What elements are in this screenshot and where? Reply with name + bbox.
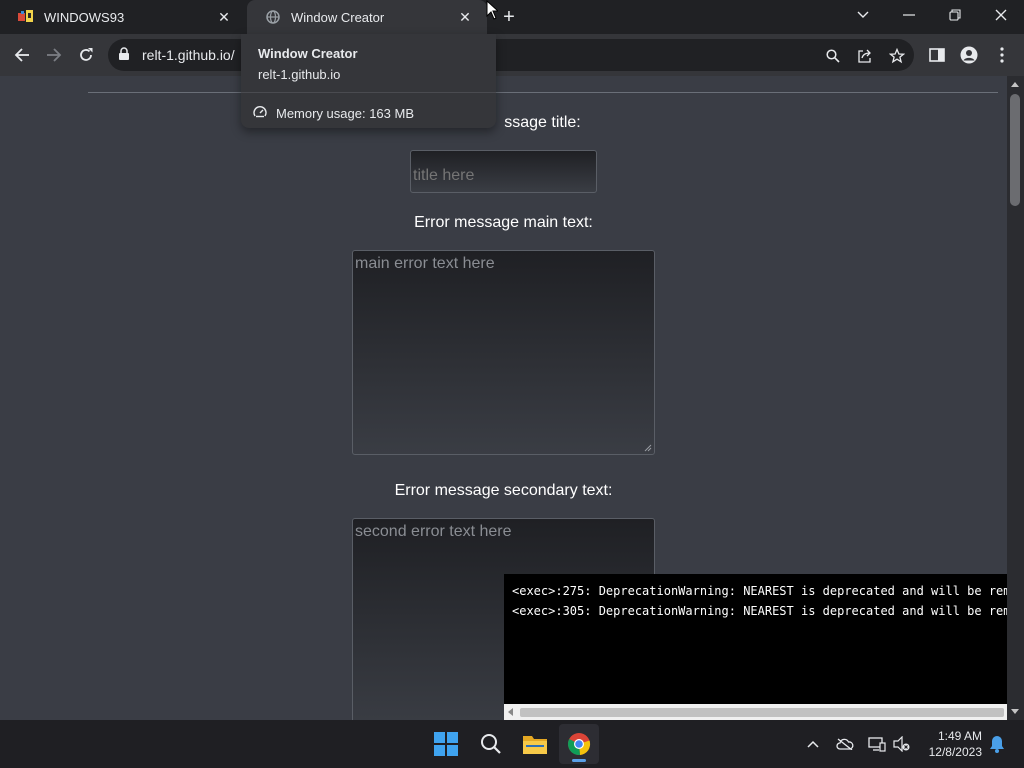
tab-windows93[interactable]: WINDOWS93 ✕: [0, 0, 246, 34]
close-tab-icon[interactable]: ✕: [214, 7, 234, 27]
bookmark-star-icon[interactable]: [888, 47, 906, 65]
secondary-text-placeholder: second error text here: [355, 523, 512, 540]
clock-time: 1:49 AM: [937, 729, 982, 743]
close-window-button[interactable]: [978, 0, 1024, 30]
start-button[interactable]: [426, 724, 466, 764]
scrollbar-thumb[interactable]: [1010, 94, 1020, 206]
console-line: <exec>:305: DeprecationWarning: NEAREST …: [512, 604, 1007, 618]
search-button[interactable]: [471, 724, 511, 764]
clock-date: 12/8/2023: [928, 745, 982, 759]
memory-gauge-icon: [253, 105, 267, 124]
console-horizontal-scrollbar[interactable]: [504, 704, 1007, 720]
page-scrollbar[interactable]: [1007, 76, 1024, 720]
scrollbar-thumb[interactable]: [520, 708, 1004, 717]
onedrive-icon[interactable]: [833, 732, 857, 756]
url-text: relt-1.github.io/: [142, 47, 235, 63]
windows-logo-icon: [434, 732, 458, 756]
main-text-label: Error message main text:: [414, 214, 593, 231]
scroll-left-arrow-icon[interactable]: [508, 708, 513, 716]
back-button[interactable]: [8, 41, 36, 69]
globe-icon: [265, 9, 281, 25]
chrome-icon: [567, 733, 591, 756]
divider: [241, 92, 496, 93]
scroll-up-arrow-icon[interactable]: [1011, 82, 1019, 87]
resize-handle-icon[interactable]: [644, 444, 652, 452]
tray-chevron-up-icon[interactable]: [801, 732, 825, 756]
file-explorer-button[interactable]: [515, 724, 555, 764]
console-line: <exec>:275: DeprecationWarning: NEAREST …: [512, 584, 1007, 598]
console-output: <exec>:275: DeprecationWarning: NEAREST …: [504, 574, 1007, 720]
network-icon[interactable]: [865, 732, 889, 756]
tab-hover-card: Window Creator relt-1.github.io Memory u…: [241, 34, 496, 128]
secondary-text-label: Error message secondary text:: [394, 482, 613, 499]
restore-button[interactable]: [932, 0, 978, 30]
browser-toolbar: relt-1.github.io/: [0, 34, 1024, 76]
hover-card-title: Window Creator: [258, 46, 358, 61]
tab-strip: WINDOWS93 ✕ Window Creator ✕ +: [0, 0, 1024, 34]
tab-title: WINDOWS93: [44, 9, 125, 25]
scroll-down-arrow-icon[interactable]: [1011, 709, 1019, 714]
folder-icon: [523, 736, 547, 754]
title-label: ssage title:: [504, 114, 581, 131]
reload-button[interactable]: [72, 41, 100, 69]
notification-bell-icon[interactable]: [985, 732, 1009, 756]
taskbar: 1:49 AM 12/8/2023: [0, 720, 1024, 768]
windows93-icon: [18, 9, 34, 25]
side-panel-icon[interactable]: [927, 45, 947, 65]
active-app-indicator: [572, 759, 586, 762]
forward-button[interactable]: [40, 41, 68, 69]
share-icon[interactable]: [856, 47, 874, 65]
mouse-cursor-icon: [486, 0, 498, 20]
hover-card-url: relt-1.github.io: [258, 67, 341, 82]
volume-muted-icon[interactable]: [890, 732, 914, 756]
tab-search-chevron-icon[interactable]: [840, 0, 886, 30]
title-input[interactable]: [410, 150, 597, 193]
close-tab-icon[interactable]: ✕: [455, 7, 475, 27]
menu-kebab-icon[interactable]: [992, 45, 1012, 65]
main-text-textarea[interactable]: main error text here: [352, 250, 655, 455]
profile-icon[interactable]: [959, 45, 979, 65]
new-tab-button[interactable]: +: [498, 6, 520, 28]
divider: [88, 92, 998, 93]
memory-usage-text: Memory usage: 163 MB: [276, 106, 415, 121]
search-icon: [481, 734, 501, 754]
tab-title: Window Creator: [291, 9, 385, 25]
zoom-search-icon[interactable]: [824, 47, 842, 65]
lock-icon[interactable]: [118, 47, 130, 66]
address-bar[interactable]: relt-1.github.io/: [108, 39, 914, 71]
chrome-taskbar-button[interactable]: [559, 724, 599, 764]
minimize-button[interactable]: [886, 0, 932, 30]
system-clock[interactable]: 1:49 AM 12/8/2023: [916, 728, 982, 760]
tab-window-creator[interactable]: Window Creator ✕: [247, 0, 487, 34]
main-text-placeholder: main error text here: [355, 255, 495, 272]
